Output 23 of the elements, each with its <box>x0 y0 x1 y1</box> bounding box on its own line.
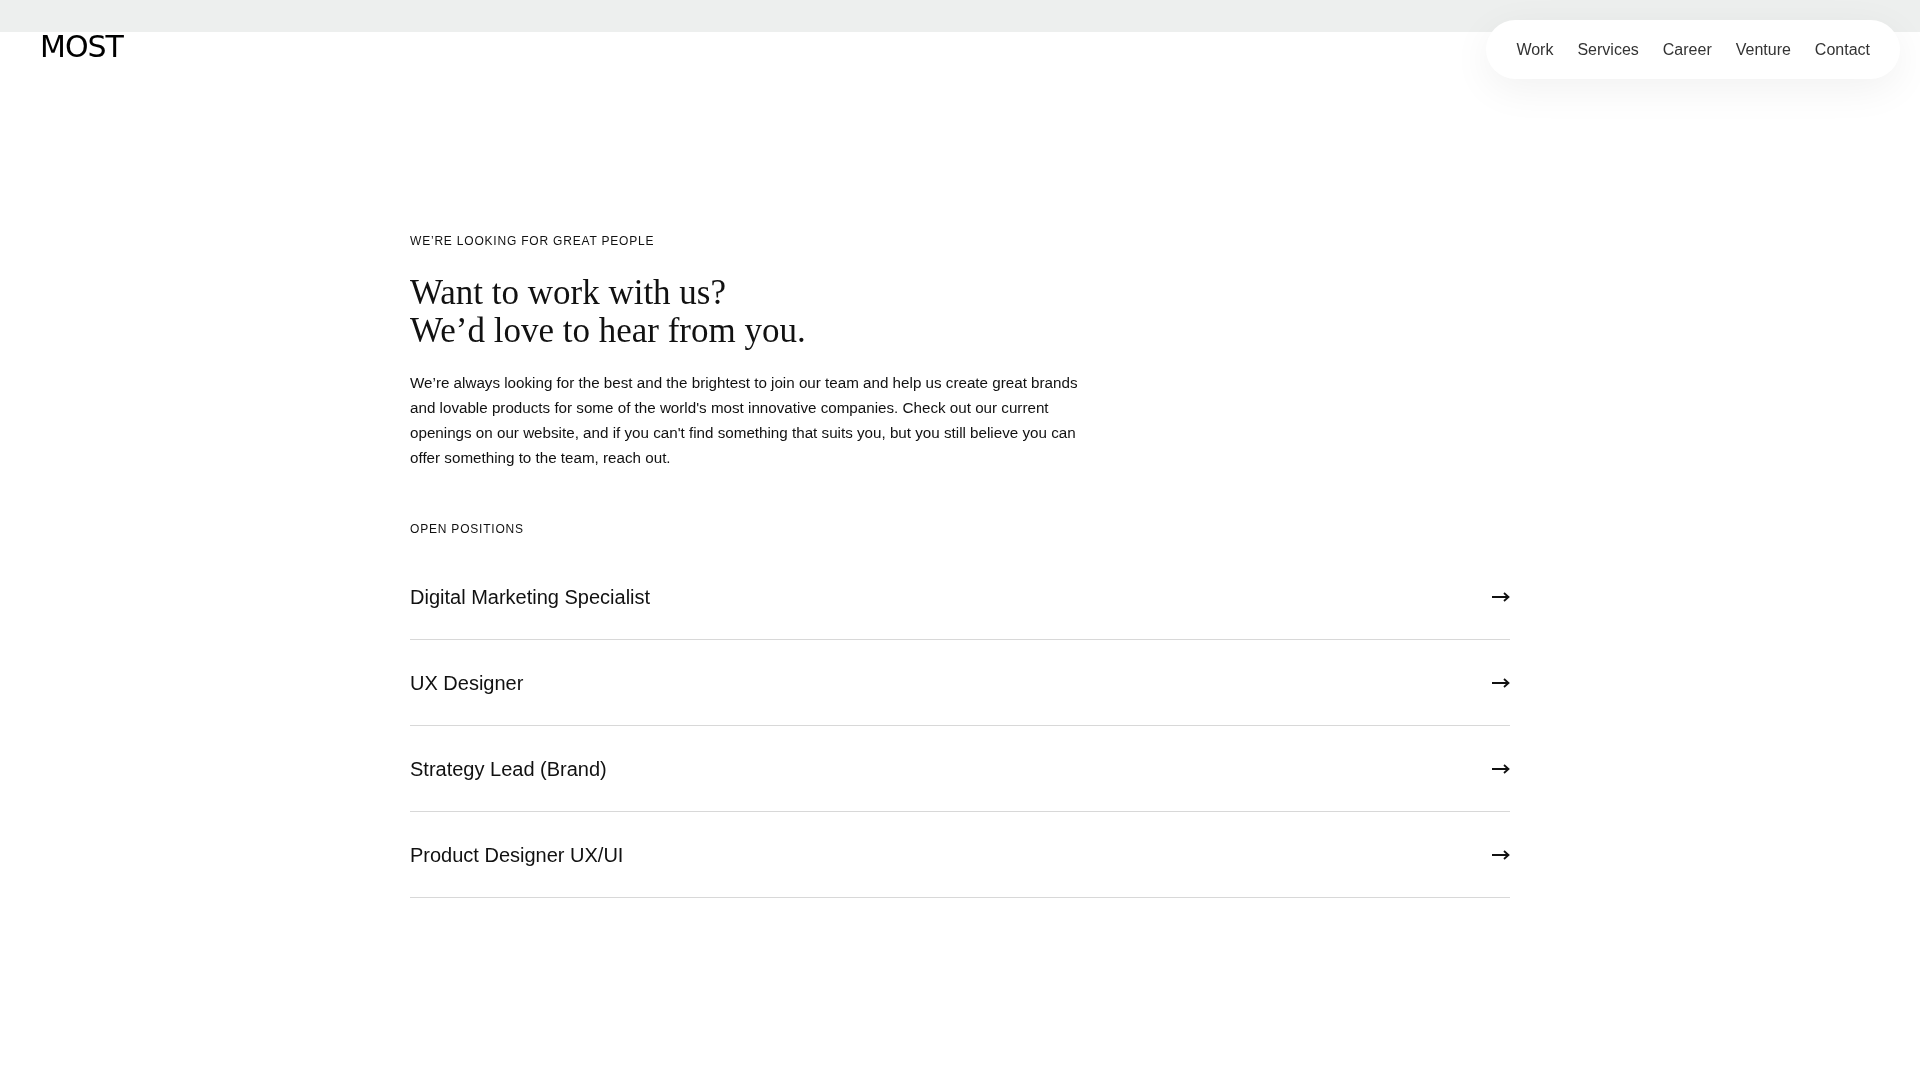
position-link[interactable]: Strategy Lead (Brand) <box>410 726 1510 812</box>
position-link[interactable]: UX Designer <box>410 640 1510 726</box>
arrow-right-icon <box>1492 763 1510 774</box>
intro-paragraph: We’re always looking for the best and the brightest to join our team and help us create great brands and lovable products for some of the world's most innovative companies. Check out our current openings on our website, and if you can't find something that suits you, but you still believe you can offer something to the team, reach out. <box>410 373 1079 468</box>
position-link[interactable]: Product Designer UX/UI <box>410 812 1510 898</box>
position-title: Product Designer UX/UI <box>410 842 624 868</box>
position-title: Digital Marketing Specialist <box>410 584 651 610</box>
arrow-right-icon <box>1492 677 1510 688</box>
nav-link[interactable]: Contact <box>1814 37 1870 62</box>
nav-link[interactable]: Career <box>1662 37 1712 62</box>
eyebrow-text: WE’RE LOOKING FOR GREAT PEOPLE <box>410 233 656 250</box>
heading-line: Want to work with us? <box>410 274 728 312</box>
position-title: Strategy Lead (Brand) <box>410 756 607 782</box>
position-title: UX Designer <box>410 670 524 696</box>
nav-link[interactable]: Work <box>1516 37 1554 62</box>
section-label: OPEN POSITIONS <box>410 521 525 538</box>
heading-line: We’d love to hear from you. <box>410 312 807 350</box>
arrow-right-icon <box>1492 849 1510 860</box>
position-link[interactable]: Digital Marketing Specialist <box>410 554 1510 640</box>
logo[interactable]: MOST <box>40 32 123 62</box>
nav-link[interactable]: Venture <box>1735 37 1791 62</box>
arrow-right-icon <box>1492 591 1510 602</box>
nav-link[interactable]: Services <box>1577 37 1639 62</box>
